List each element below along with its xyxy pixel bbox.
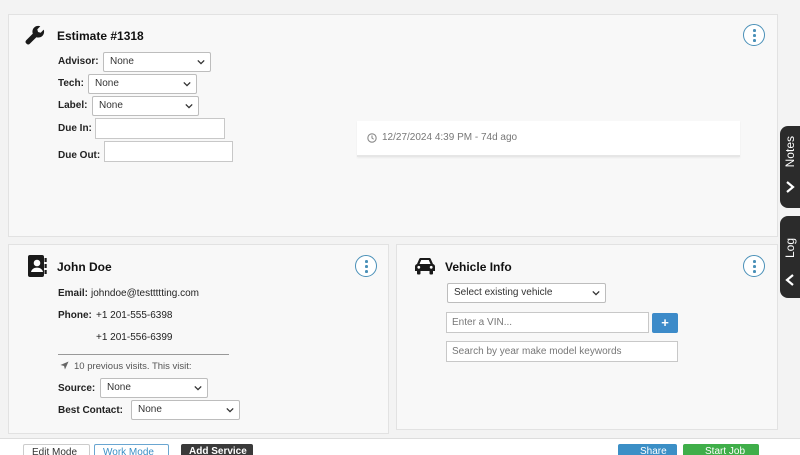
- estimate-more-button[interactable]: [743, 24, 765, 46]
- tech-select-value: None: [95, 78, 119, 89]
- location-arrow-icon: [60, 361, 69, 370]
- divider: [58, 354, 229, 355]
- timestamp-text: 12/27/2024 4:39 PM - 74d ago: [382, 132, 518, 143]
- chevron-down-icon: [183, 81, 191, 87]
- wrench-icon: [25, 25, 45, 45]
- due-out-field[interactable]: [104, 141, 233, 162]
- existing-vehicle-select-value: Select existing vehicle: [454, 287, 553, 298]
- log-tab-label: Log: [783, 238, 797, 259]
- chevron-left-icon: [785, 274, 794, 286]
- label-select[interactable]: None: [92, 96, 199, 116]
- email-value[interactable]: johndoe@testtttting.com: [91, 288, 199, 299]
- edit-mode-button[interactable]: Edit Mode: [23, 444, 90, 455]
- phone-secondary[interactable]: +1 201-556-6399: [96, 332, 172, 343]
- visits-text: 10 previous visits. This visit:: [74, 361, 192, 372]
- tech-label: Tech:: [58, 78, 84, 89]
- start-job-button[interactable]: Start Job: [683, 444, 759, 455]
- label-select-value: None: [99, 100, 123, 111]
- advisor-label: Advisor:: [58, 56, 99, 67]
- advisor-select[interactable]: None: [103, 52, 211, 72]
- due-in-label: Due In:: [58, 123, 92, 134]
- clock-icon: [367, 133, 377, 143]
- chevron-down-icon: [185, 103, 193, 109]
- tech-select[interactable]: None: [88, 74, 197, 94]
- vin-input[interactable]: Enter a VIN...: [446, 312, 649, 333]
- due-in-field[interactable]: [95, 118, 225, 139]
- vehicle-more-button[interactable]: [743, 255, 765, 277]
- source-select-value: None: [107, 382, 131, 393]
- add-vin-button[interactable]: +: [652, 313, 678, 333]
- estimate-title: Estimate #1318: [57, 29, 144, 43]
- vehicle-search-input[interactable]: Search by year make model keywords: [446, 341, 678, 362]
- best-contact-select-value: None: [138, 404, 162, 415]
- due-out-label: Due Out:: [58, 150, 101, 161]
- chevron-down-icon: [226, 407, 234, 413]
- existing-vehicle-select[interactable]: Select existing vehicle: [447, 283, 606, 303]
- notes-tab[interactable]: Notes: [780, 126, 800, 208]
- phone-label: Phone:: [58, 310, 92, 321]
- chevron-down-icon: [197, 59, 205, 65]
- best-contact-label: Best Contact:: [58, 405, 124, 416]
- email-label: Email:: [58, 288, 89, 299]
- customer-more-button[interactable]: [355, 255, 377, 277]
- add-service-button[interactable]: Add Service: [181, 444, 253, 455]
- advisor-select-value: None: [110, 56, 134, 67]
- notes-tab-label: Notes: [783, 136, 797, 168]
- car-icon: [415, 258, 435, 275]
- vehicle-title: Vehicle Info: [445, 260, 512, 274]
- chevron-down-icon: [592, 290, 600, 296]
- chevron-down-icon: [194, 385, 202, 391]
- log-tab[interactable]: Log: [780, 216, 800, 298]
- label-label: Label:: [58, 100, 88, 111]
- source-select[interactable]: None: [100, 378, 208, 398]
- customer-name: John Doe: [57, 260, 112, 274]
- chevron-right-icon: [786, 181, 795, 193]
- share-button[interactable]: Share: [618, 444, 677, 455]
- phone-primary[interactable]: +1 201-555-6398: [96, 310, 172, 321]
- timestamp-box: 12/27/2024 4:39 PM - 74d ago: [357, 121, 740, 157]
- best-contact-select[interactable]: None: [131, 400, 240, 420]
- source-label: Source:: [58, 383, 96, 394]
- work-mode-button[interactable]: Work Mode: [94, 444, 169, 455]
- contact-book-icon: [28, 255, 47, 277]
